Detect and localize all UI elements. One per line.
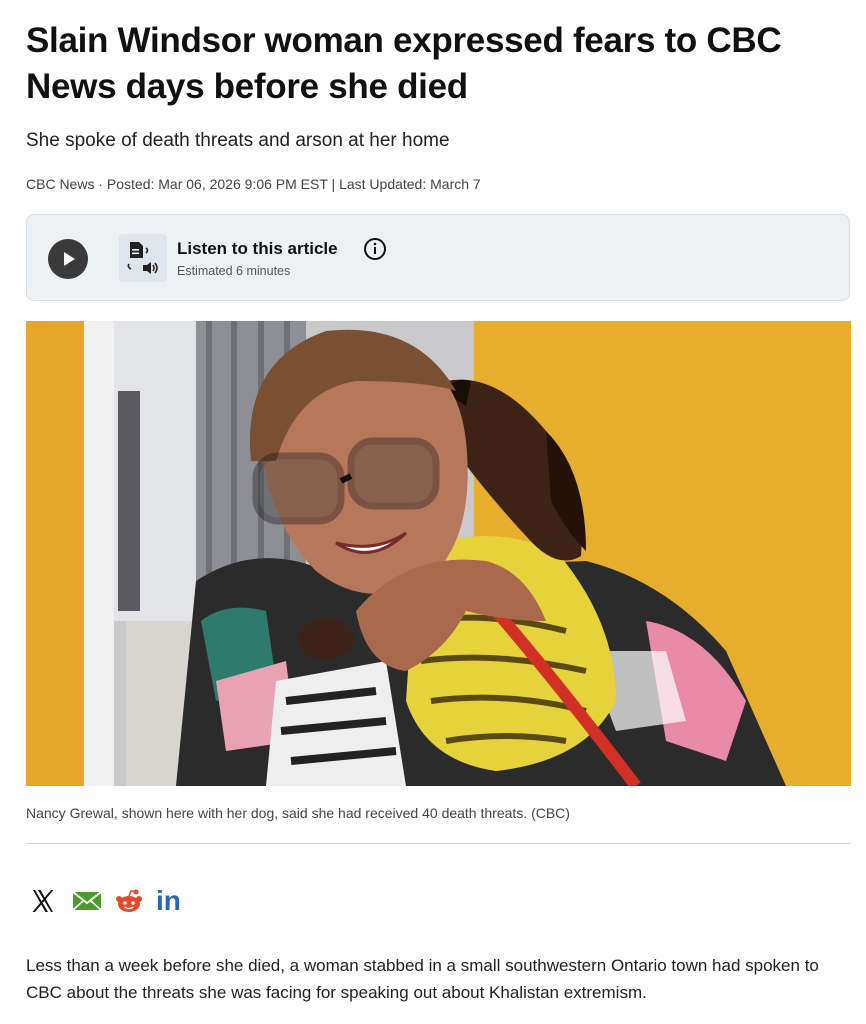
listen-player: Listen to this article Estimated 6 minut…: [26, 214, 850, 301]
divider: [26, 843, 851, 844]
email-icon[interactable]: [72, 889, 102, 913]
byline: CBC News · Posted: Mar 06, 2026 9:06 PM …: [26, 176, 481, 192]
reddit-icon[interactable]: [114, 886, 144, 916]
subhead: She spoke of death threats and arson at …: [26, 130, 450, 151]
article-photo: [26, 321, 851, 786]
headline: Slain Windsor woman expressed fears to C…: [26, 21, 782, 106]
listen-estimate: Estimated 6 minutes: [177, 264, 291, 278]
text-to-speech-icon: [119, 234, 167, 282]
play-button[interactable]: [48, 239, 88, 279]
linkedin-icon[interactable]: in: [156, 885, 181, 917]
listen-title: Listen to this article: [177, 239, 338, 258]
article-body-paragraph: Less than a week before she died, a woma…: [26, 956, 819, 1002]
info-icon[interactable]: [363, 237, 387, 266]
x-icon[interactable]: [26, 884, 60, 918]
play-icon: [64, 252, 75, 266]
photo-caption: Nancy Grewal, shown here with her dog, s…: [26, 805, 570, 821]
share-bar: in: [26, 884, 193, 918]
